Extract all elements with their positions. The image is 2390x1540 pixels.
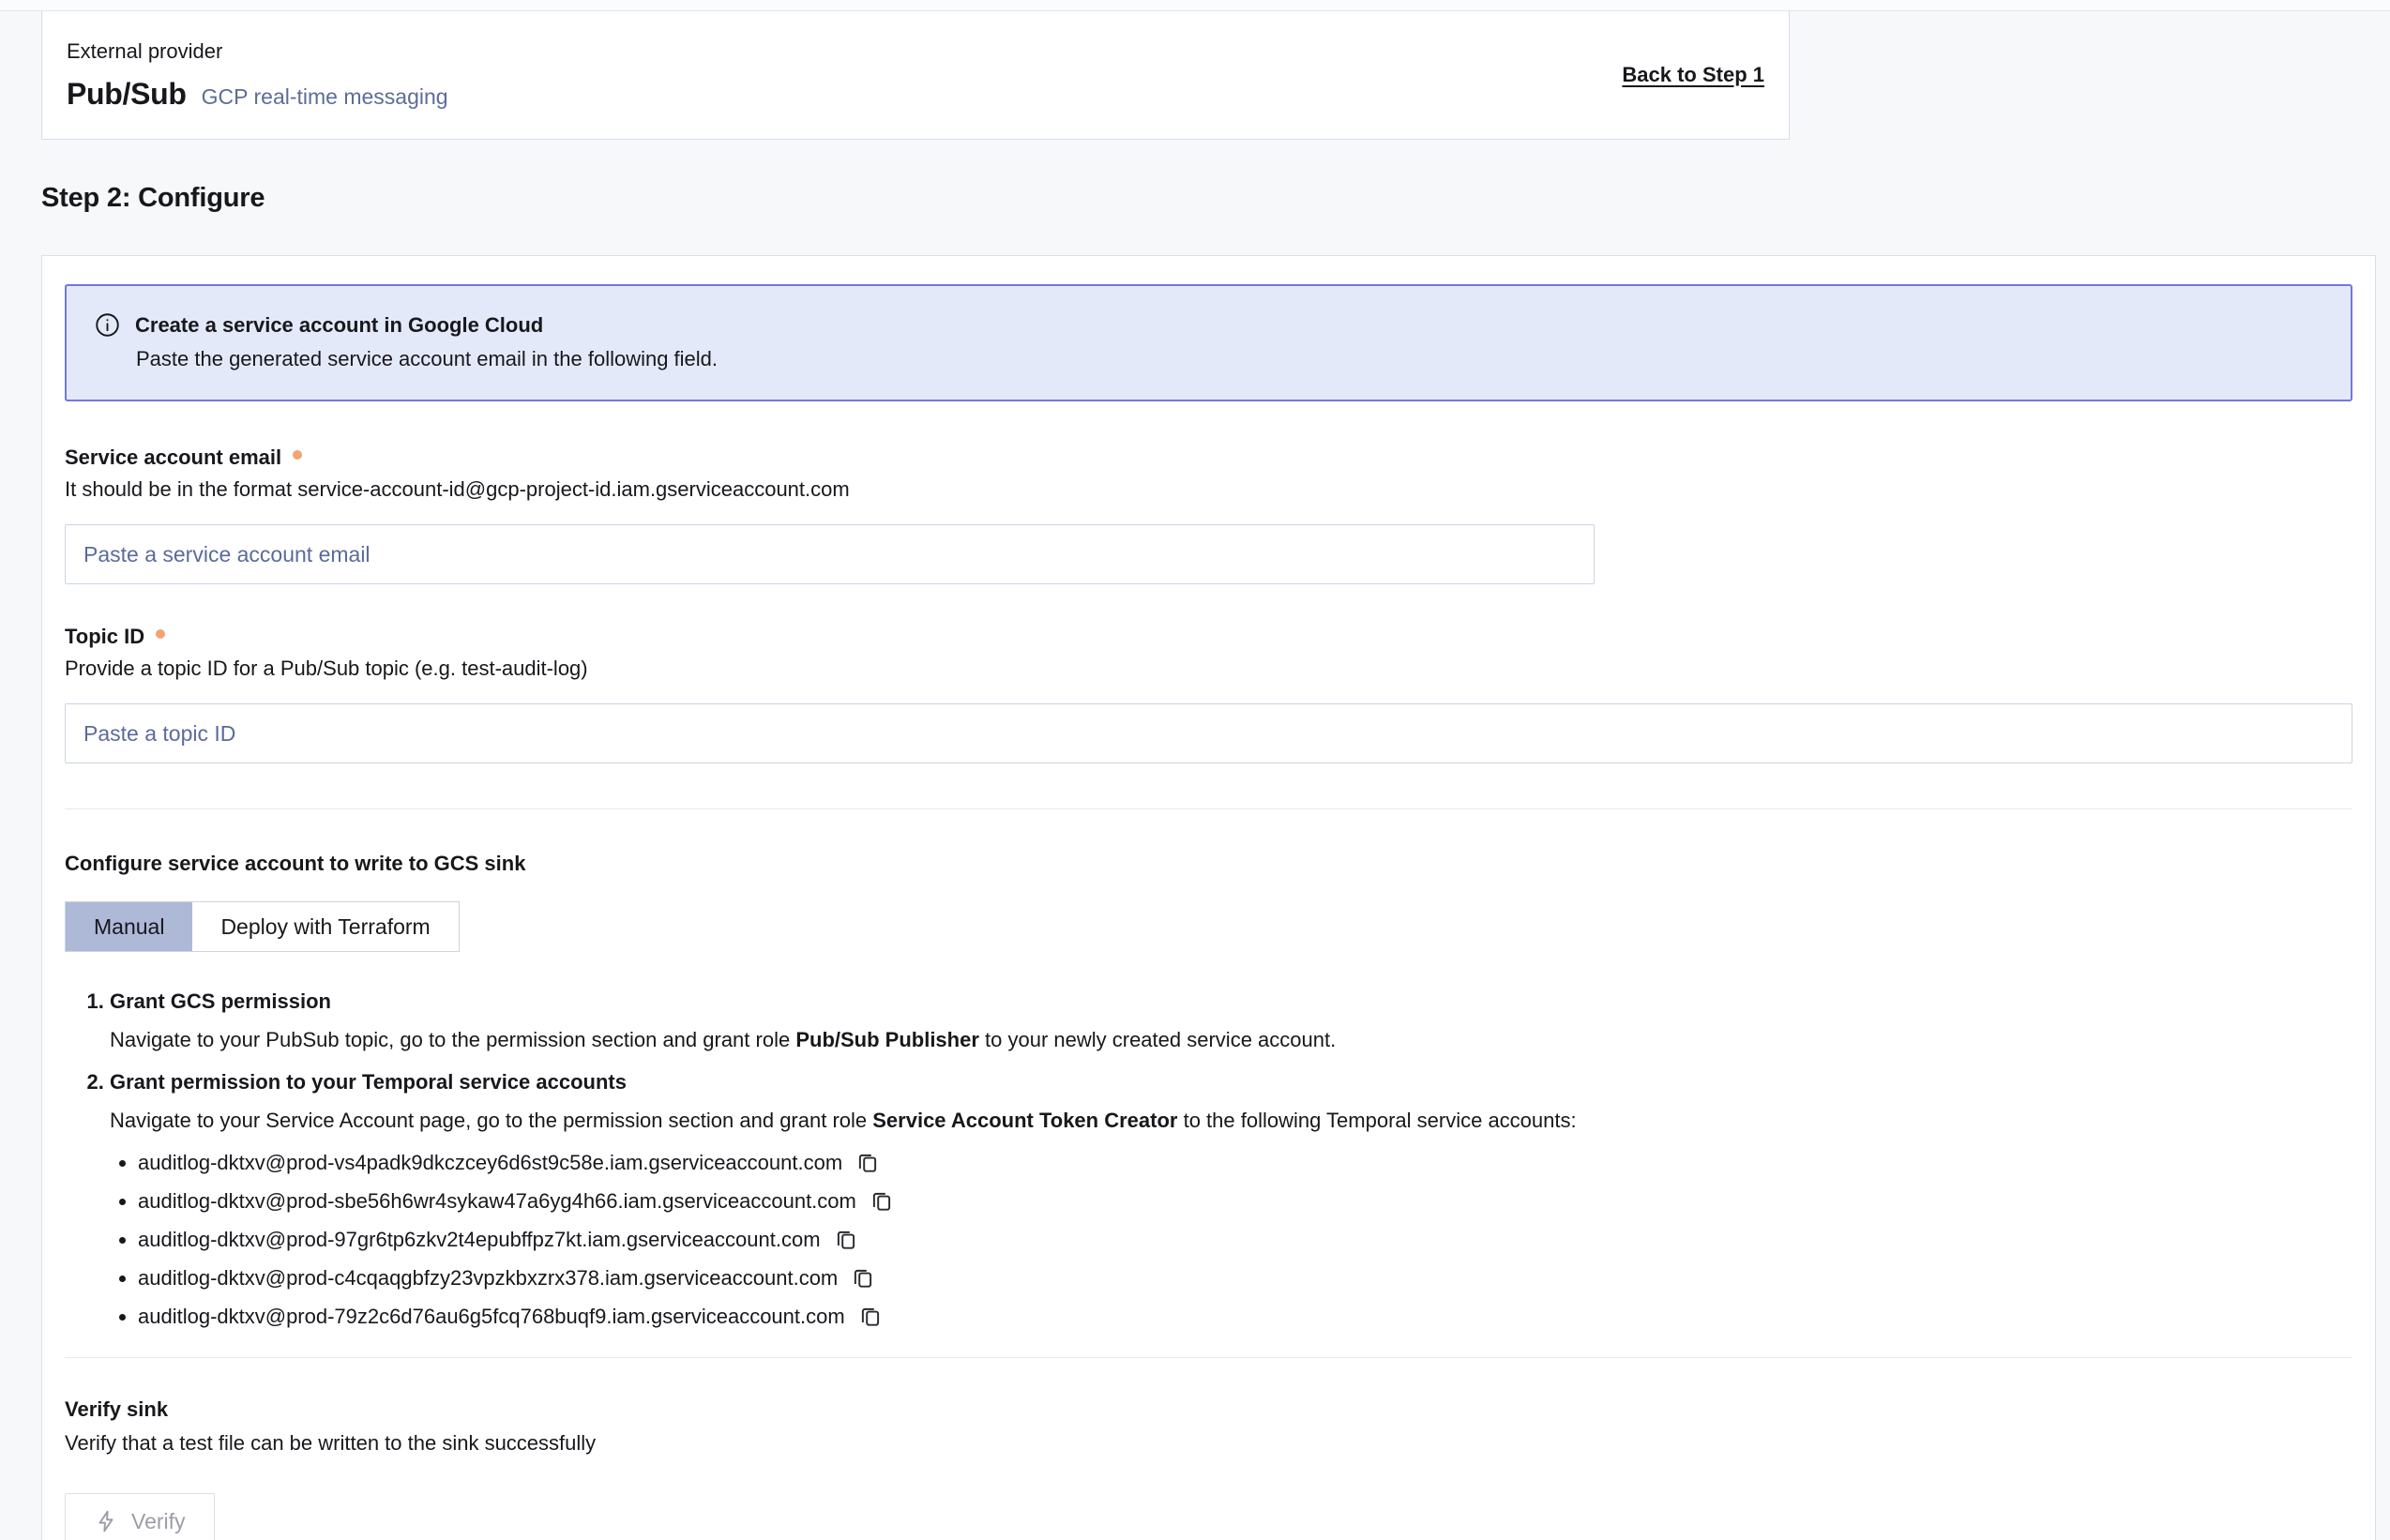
step-body-text: to the following Temporal service accoun… (1177, 1109, 1576, 1132)
service-account-item: auditlog-dktxv@prod-97gr6tp6zkv2t4epubff… (138, 1228, 2352, 1252)
info-alert-body: Paste the generated service account emai… (136, 347, 2322, 371)
service-account-email: auditlog-dktxv@prod-sbe56h6wr4sykaw47a6y… (138, 1189, 856, 1214)
topic-id-input[interactable] (65, 703, 2352, 763)
section-divider (65, 1357, 2352, 1358)
verify-sink-description: Verify that a test file can be written t… (65, 1431, 2352, 1456)
configure-card: Create a service account in Google Cloud… (41, 255, 2376, 1540)
deploy-method-tabs: Manual Deploy with Terraform (65, 901, 460, 952)
copy-icon[interactable] (870, 1189, 894, 1214)
service-account-item: auditlog-dktxv@prod-c4cqaqgbfzy23vpzkbxz… (138, 1266, 2352, 1291)
step-title: Grant GCS permission (110, 989, 331, 1013)
service-account-item: auditlog-dktxv@prod-vs4padk9dkczcey6d6st… (138, 1151, 2352, 1175)
provider-summary-card: External provider Pub/Sub GCP real-time … (41, 11, 1790, 140)
provider-name: Pub/Sub (67, 77, 187, 112)
verify-sink-heading: Verify sink (65, 1397, 2352, 1422)
topic-id-helper: Provide a topic ID for a Pub/Sub topic (… (65, 657, 2352, 681)
service-account-email: auditlog-dktxv@prod-c4cqaqgbfzy23vpzkbxz… (138, 1266, 838, 1291)
info-circle-icon (95, 312, 120, 338)
configure-section-heading: Configure service account to write to GC… (65, 852, 2352, 876)
page-title: Step 2: Configure (41, 183, 2390, 214)
topic-id-label: Topic ID (65, 625, 144, 649)
provider-info: External provider Pub/Sub GCP real-time … (67, 39, 448, 112)
zap-icon (94, 1509, 118, 1533)
section-divider (65, 808, 2352, 809)
page-top-divider (0, 0, 2390, 11)
service-account-email: auditlog-dktxv@prod-vs4padk9dkczcey6d6st… (138, 1151, 842, 1175)
back-to-step1-link[interactable]: Back to Step 1 (1622, 63, 1764, 87)
service-account-email-input[interactable] (65, 524, 1595, 584)
copy-icon[interactable] (834, 1228, 858, 1252)
step-body-text: to your newly created service account. (979, 1028, 1336, 1051)
required-indicator-dot (156, 629, 165, 639)
service-account-email: auditlog-dktxv@prod-97gr6tp6zkv2t4epubff… (138, 1228, 821, 1252)
copy-icon[interactable] (858, 1305, 883, 1329)
service-account-email: auditlog-dktxv@prod-79z2c6d76au6g5fcq768… (138, 1305, 845, 1329)
verify-button[interactable]: Verify (65, 1493, 215, 1540)
tab-manual[interactable]: Manual (66, 902, 192, 951)
step-body: Navigate to your PubSub topic, go to the… (110, 1025, 2352, 1055)
step-body: Navigate to your Service Account page, g… (110, 1106, 2352, 1136)
step-body-role: Service Account Token Creator (872, 1109, 1177, 1132)
required-indicator-dot (293, 450, 302, 460)
service-account-email-label: Service account email (65, 445, 281, 470)
step-body-text: Navigate to your Service Account page, g… (110, 1109, 872, 1132)
service-account-item: auditlog-dktxv@prod-sbe56h6wr4sykaw47a6y… (138, 1189, 2352, 1214)
tab-deploy-with-terraform[interactable]: Deploy with Terraform (192, 902, 458, 951)
verify-button-label: Verify (131, 1509, 186, 1534)
service-account-item: auditlog-dktxv@prod-79z2c6d76au6g5fcq768… (138, 1305, 2352, 1329)
copy-icon[interactable] (855, 1151, 880, 1175)
info-alert: Create a service account in Google Cloud… (65, 284, 2352, 401)
external-provider-label: External provider (67, 39, 448, 64)
step-body-text: Navigate to your PubSub topic, go to the… (110, 1028, 795, 1051)
step-item-grant-temporal-permission: Grant permission to your Temporal servic… (110, 1070, 2352, 1329)
copy-icon[interactable] (851, 1266, 875, 1291)
step-title: Grant permission to your Temporal servic… (110, 1070, 627, 1094)
step-body-role: Pub/Sub Publisher (795, 1028, 979, 1051)
manual-steps-list: Grant GCS permission Navigate to your Pu… (65, 989, 2352, 1329)
step-item-grant-gcs-permission: Grant GCS permission Navigate to your Pu… (110, 989, 2352, 1055)
provider-description: GCP real-time messaging (202, 84, 448, 110)
temporal-service-accounts-list: auditlog-dktxv@prod-vs4padk9dkczcey6d6st… (110, 1151, 2352, 1329)
info-alert-title: Create a service account in Google Cloud (135, 313, 543, 338)
service-account-email-helper: It should be in the format service-accou… (65, 477, 2352, 502)
